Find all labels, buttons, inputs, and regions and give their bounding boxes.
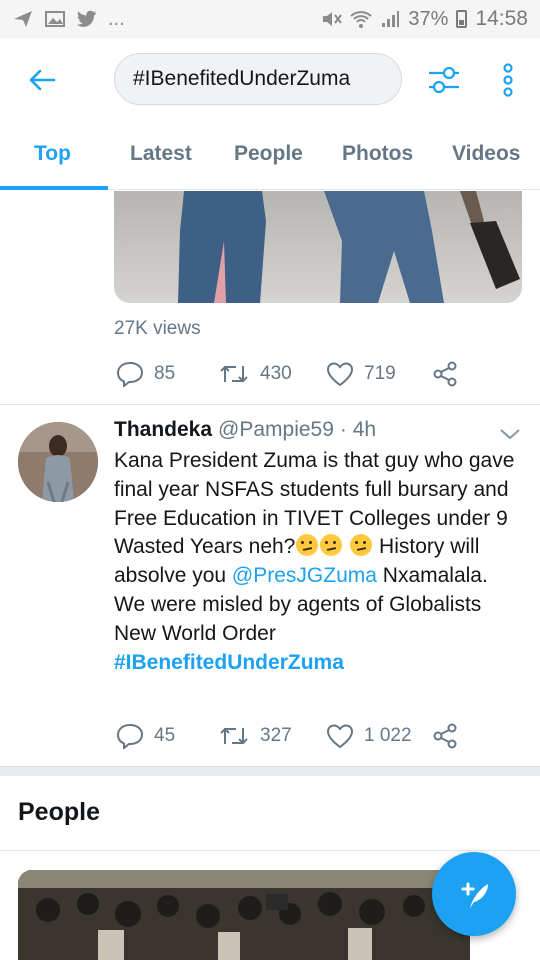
compose-tweet-button[interactable] bbox=[432, 852, 516, 936]
back-button[interactable] bbox=[22, 60, 62, 100]
search-filter-button[interactable] bbox=[424, 60, 464, 100]
thinking-face-emoji-icon bbox=[296, 534, 319, 557]
video-view-count: 27K views bbox=[114, 318, 201, 339]
clock: 14:58 bbox=[475, 7, 528, 30]
tweet-divider bbox=[0, 404, 540, 405]
prev-tweet-actions: 85 430 719 bbox=[114, 360, 514, 388]
like-heart-icon bbox=[326, 724, 354, 749]
tab-videos[interactable]: Videos bbox=[452, 142, 520, 166]
like-count: 719 bbox=[364, 363, 396, 384]
battery-percent: 37% bbox=[408, 7, 449, 30]
back-arrow-icon bbox=[29, 69, 56, 91]
tweet-hashtag-link[interactable]: #IBenefitedUnderZuma bbox=[114, 651, 344, 674]
chevron-down-icon bbox=[500, 429, 520, 440]
tweet-header: Thandeka @Pampie59 · 4h bbox=[114, 418, 376, 442]
tweet-time: · 4h bbox=[339, 418, 377, 441]
section-separator bbox=[0, 766, 540, 776]
people-section-title: People bbox=[18, 798, 100, 826]
tab-latest[interactable]: Latest bbox=[130, 142, 192, 166]
search-tabs: Top Latest People Photos Videos bbox=[0, 128, 540, 190]
tweet-actions: 45 327 1 022 bbox=[114, 722, 514, 750]
wifi-icon bbox=[350, 11, 373, 28]
people-divider bbox=[0, 850, 540, 851]
status-right: 37% 14:58 bbox=[320, 7, 528, 31]
more-vertical-icon bbox=[503, 63, 513, 97]
tweet-video-thumbnail[interactable] bbox=[114, 191, 522, 303]
navigation-icon bbox=[14, 11, 32, 27]
search-query: #IBenefitedUnderZuma bbox=[133, 67, 351, 90]
retweet-count: 430 bbox=[260, 363, 292, 384]
retweet-icon bbox=[220, 365, 248, 383]
share-button[interactable] bbox=[432, 722, 458, 750]
thinking-face-emoji-icon bbox=[350, 534, 373, 557]
active-tab-indicator bbox=[0, 186, 108, 190]
share-button[interactable] bbox=[432, 360, 458, 388]
tab-photos[interactable]: Photos bbox=[342, 142, 413, 166]
retweet-count: 327 bbox=[260, 725, 292, 746]
more-options-button[interactable] bbox=[488, 60, 528, 100]
filter-sliders-icon bbox=[429, 66, 459, 94]
tweet-mention-link[interactable]: @PresJGZuma bbox=[232, 564, 377, 587]
retweet-button[interactable]: 430 bbox=[218, 360, 292, 388]
mute-icon bbox=[323, 12, 343, 26]
retweet-button[interactable]: 327 bbox=[218, 722, 292, 750]
retweet-icon bbox=[220, 727, 248, 745]
tab-top[interactable]: Top bbox=[34, 142, 71, 166]
share-icon bbox=[433, 361, 457, 387]
search-header: #IBenefitedUnderZuma bbox=[0, 38, 540, 120]
reply-count: 45 bbox=[154, 725, 176, 746]
reply-icon bbox=[116, 723, 144, 749]
twitter-bird-icon bbox=[76, 10, 97, 27]
like-button[interactable]: 719 bbox=[326, 360, 396, 388]
crowd-photo bbox=[18, 870, 470, 960]
people-card-image[interactable] bbox=[18, 870, 470, 960]
battery-icon bbox=[456, 10, 468, 28]
share-icon bbox=[433, 723, 457, 749]
compose-tweet-icon bbox=[461, 882, 488, 908]
video-frame-illustration bbox=[178, 191, 520, 303]
avatar-photo bbox=[18, 422, 98, 502]
gallery-icon bbox=[45, 11, 65, 27]
status-left: ... bbox=[12, 8, 125, 31]
like-count: 1 022 bbox=[364, 725, 412, 746]
avatar[interactable] bbox=[18, 422, 98, 502]
signal-icon bbox=[382, 11, 400, 27]
reply-count: 85 bbox=[154, 363, 176, 384]
tab-people[interactable]: People bbox=[234, 142, 303, 166]
reply-icon bbox=[116, 361, 144, 387]
reply-button[interactable]: 85 bbox=[116, 360, 175, 388]
like-heart-icon bbox=[326, 362, 354, 387]
tweet-author-handle[interactable]: @Pampie59 bbox=[218, 418, 334, 442]
status-overflow: ... bbox=[108, 7, 125, 30]
tweet-text: Kana President Zuma is that guy who gave… bbox=[114, 447, 524, 677]
thinking-face-emoji-icon bbox=[320, 534, 343, 557]
tweet-author-name[interactable]: Thandeka bbox=[114, 418, 212, 442]
reply-button[interactable]: 45 bbox=[116, 722, 175, 750]
search-input[interactable]: #IBenefitedUnderZuma bbox=[114, 53, 402, 105]
status-bar: ... 37% 14:58 bbox=[0, 0, 540, 38]
like-button[interactable]: 1 022 bbox=[326, 722, 412, 750]
tweet-menu-button[interactable] bbox=[498, 422, 522, 446]
